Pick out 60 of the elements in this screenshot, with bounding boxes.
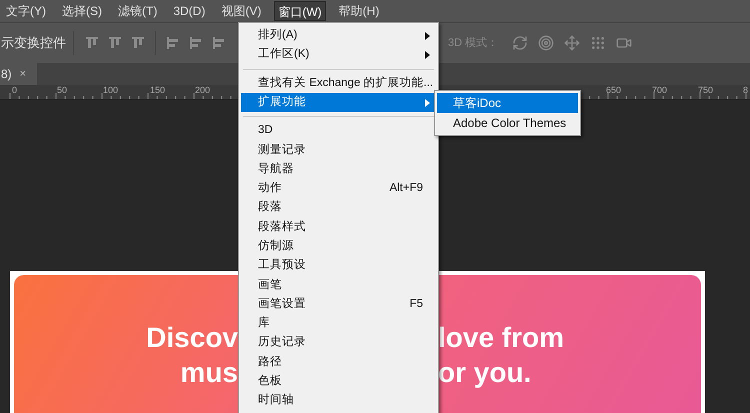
close-icon[interactable]: ×: [20, 66, 26, 82]
headline-text: mus: [180, 356, 238, 388]
headline-text: or you.: [438, 356, 532, 388]
submenu-item[interactable]: 草客iDoc: [437, 93, 578, 113]
menu-item[interactable]: 查找有关 Exchange 的扩展功能...: [241, 74, 436, 93]
align-icon[interactable]: [189, 36, 203, 50]
ruler-label: 650: [606, 85, 622, 95]
shortcut-text: Alt+F9: [389, 181, 423, 196]
headline-text: love from: [438, 322, 564, 354]
ruler-label: 8: [743, 85, 748, 95]
menu-item[interactable]: 路径: [241, 352, 436, 372]
align-icon[interactable]: [212, 36, 226, 50]
menu-bar-item[interactable]: 3D(D): [170, 1, 208, 21]
menu-item[interactable]: 画笔设置 F5: [241, 294, 436, 314]
shortcut-text: F5: [410, 296, 423, 312]
menu-item[interactable]: 工具预设: [241, 256, 436, 276]
menu-bar-item[interactable]: 文字(Y): [3, 1, 49, 21]
align-icon[interactable]: [131, 36, 145, 50]
submenu-arrow-icon: [425, 32, 430, 40]
transform-label: 示变换控件: [0, 34, 66, 52]
menu-item[interactable]: 色板: [241, 372, 436, 392]
menu-item[interactable]: 导航器: [241, 160, 436, 180]
align-icon[interactable]: [85, 36, 99, 50]
menu-item[interactable]: 画笔: [241, 276, 436, 295]
move-icon[interactable]: [564, 35, 580, 51]
roll-icon[interactable]: [538, 35, 554, 51]
submenu-item[interactable]: Adobe Color Themes: [437, 113, 578, 133]
menu-item[interactable]: 扩展功能: [241, 92, 436, 112]
document-tab[interactable]: 8) ×: [0, 63, 37, 85]
menu-item[interactable]: 库: [241, 314, 436, 334]
align-icon[interactable]: [166, 36, 180, 50]
ruler-label: 50: [57, 85, 68, 95]
menu-item[interactable]: 段落样式: [241, 218, 436, 237]
menu-bar-item[interactable]: 滤镜(T): [115, 1, 160, 21]
ruler-label: 750: [698, 85, 714, 95]
submenu-arrow-icon: [425, 98, 430, 107]
submenu-arrow-icon: [425, 50, 430, 59]
menu-item[interactable]: 测量记录: [241, 140, 436, 160]
menu-item[interactable]: 历史记录: [241, 333, 436, 353]
menu-item[interactable]: 排列(A): [241, 26, 436, 46]
ruler-label: 0: [12, 85, 18, 95]
menu-item[interactable]: 工作区(K): [241, 45, 436, 65]
menu-item[interactable]: 时间轴: [241, 391, 436, 411]
ruler-label: 150: [150, 85, 166, 95]
menu-bar-item[interactable]: 帮助(H): [336, 1, 382, 21]
rotate-icon[interactable]: [512, 35, 528, 51]
menu-item[interactable]: 段落: [241, 198, 436, 218]
tab-label: 8): [1, 66, 12, 83]
menu-bar-item[interactable]: 窗口(W): [274, 1, 326, 21]
ruler-label: 100: [103, 85, 118, 95]
menu-item[interactable]: 动作 Alt+F9: [241, 179, 436, 198]
slide-icon[interactable]: [590, 35, 606, 51]
menu-item[interactable]: 仿制源: [241, 236, 436, 256]
headline-text: Discov: [146, 322, 238, 354]
ruler-label: 200: [195, 85, 210, 95]
align-icon[interactable]: [108, 36, 122, 50]
menu-item[interactable]: 3D: [241, 121, 436, 140]
ruler-label: 700: [652, 85, 668, 95]
menu-bar-item[interactable]: 视图(V): [218, 1, 264, 21]
menu-bar-item[interactable]: 选择(S): [59, 1, 105, 21]
